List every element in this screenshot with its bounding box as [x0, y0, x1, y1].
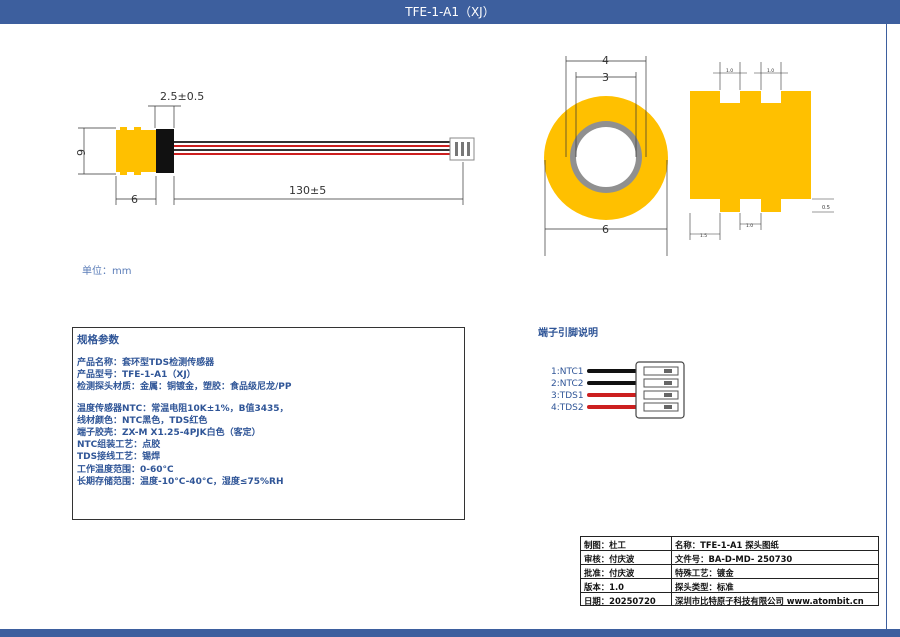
spec-line: 工作温度范围：0-60°C — [77, 464, 174, 475]
pin-diagram: 1:NTC1 2:NTC2 3:TDS1 4:TDS2 — [551, 361, 685, 419]
spec-line: 长期存储范围：温度-10°C-40°C，湿度≤75%RH — [77, 476, 284, 487]
spec-box: 规格参数 产品名称：套环型TDS检测传感器 产品型号：TFE-1-A1（XJ） … — [72, 327, 465, 520]
title-block-cell: 审核：付庆波 — [584, 554, 635, 564]
cable-length-dimension: 130±5 — [289, 184, 326, 197]
document-title: TFE-1-A1（XJ） — [405, 5, 495, 19]
title-block: 制图：杜工 名称：TFE-1-A1 探头图纸 审核：付庆波 文件号：BA-D-M… — [580, 536, 879, 606]
title-block-cell: 探头类型：标准 — [675, 582, 734, 592]
spec-line: 产品型号：TFE-1-A1（XJ） — [77, 370, 196, 381]
title-block-row: 批准：付庆波 特殊工艺：镀金 — [581, 565, 878, 579]
title-block-row: 制图：杜工 名称：TFE-1-A1 探头图纸 — [581, 537, 878, 551]
title-block-cell: 深圳市比特原子科技有限公司 www.atombit.cn — [675, 596, 864, 606]
probe-ring-view — [544, 96, 668, 220]
groove-b-dimension: 1.0 — [767, 68, 774, 74]
pin-label: 2:NTC2 — [551, 379, 583, 389]
title-block-row: 日期：20250720 深圳市比特原子科技有限公司 www.atombit.cn — [581, 593, 878, 607]
spec-line: 检测探头材质：金属：铜镀金，塑胶：食品级尼龙/PP — [77, 382, 292, 393]
title-block-cell: 批准：付庆波 — [584, 568, 635, 578]
title-block-row: 版本：1.0 探头类型：标准 — [581, 579, 878, 593]
title-block-cell: 名称：TFE-1-A1 探头图纸 — [675, 540, 779, 550]
bottom-bar — [0, 629, 900, 637]
base-b-dimension: 1.0 — [746, 223, 753, 229]
connector-housing — [635, 361, 685, 419]
title-block-row: 审核：付庆波 文件号：BA-D-MD- 250730 — [581, 551, 878, 565]
title-block-cell: 制图：杜工 — [584, 540, 626, 550]
document-title-bar: TFE-1-A1（XJ） — [0, 0, 900, 24]
ring-diameter-dimension: 6 — [602, 223, 609, 236]
pin-label: 3:TDS1 — [551, 391, 584, 401]
step-dimension: 0.5 — [822, 205, 830, 211]
drawing-area: 2.5±0.5 9 6 130±5 4 3 6 1.0 1.0 0.5 1.5 … — [75, 54, 834, 256]
spec-line: 产品名称：套环型TDS检测传感器 — [77, 358, 215, 368]
spec-title: 规格参数 — [77, 334, 119, 346]
title-block-cell: 文件号：BA-D-MD- 250730 — [675, 554, 793, 564]
base-a-dimension: 1.5 — [700, 233, 707, 239]
ring-outer-dimension: 4 — [602, 54, 609, 67]
probe-length-dimension: 6 — [131, 193, 138, 206]
spec-line: TDS接线工艺：锡焊 — [77, 452, 161, 463]
probe-cross-view — [690, 91, 811, 212]
title-block-cell: 版本：1.0 — [584, 582, 624, 592]
spec-line: 线材颜色：NTC黑色，TDS红色 — [77, 415, 208, 426]
pin-label: 4:TDS2 — [551, 403, 584, 413]
title-block-cell: 日期：20250720 — [584, 596, 656, 606]
spec-line: 端子胶壳：ZX-M X1.25-4PJK白色（客定） — [77, 428, 261, 439]
pin-label: 1:NTC1 — [551, 367, 583, 377]
probe-side-view — [116, 127, 475, 175]
pin-section-title: 端子引脚说明 — [538, 328, 598, 339]
lead-dimension: 2.5±0.5 — [160, 90, 204, 103]
spec-line: 温度传感器NTC：常温电阻10K±1%，B值3435， — [77, 403, 289, 414]
title-block-cell: 特殊工艺：镀金 — [675, 568, 734, 578]
spec-line: NTC组装工艺：点胶 — [77, 440, 161, 451]
ring-inner-dimension: 3 — [602, 71, 609, 84]
diameter-dimension: 9 — [75, 149, 88, 156]
groove-a-dimension: 1.0 — [726, 68, 733, 74]
unit-label: 单位：mm — [82, 266, 132, 277]
